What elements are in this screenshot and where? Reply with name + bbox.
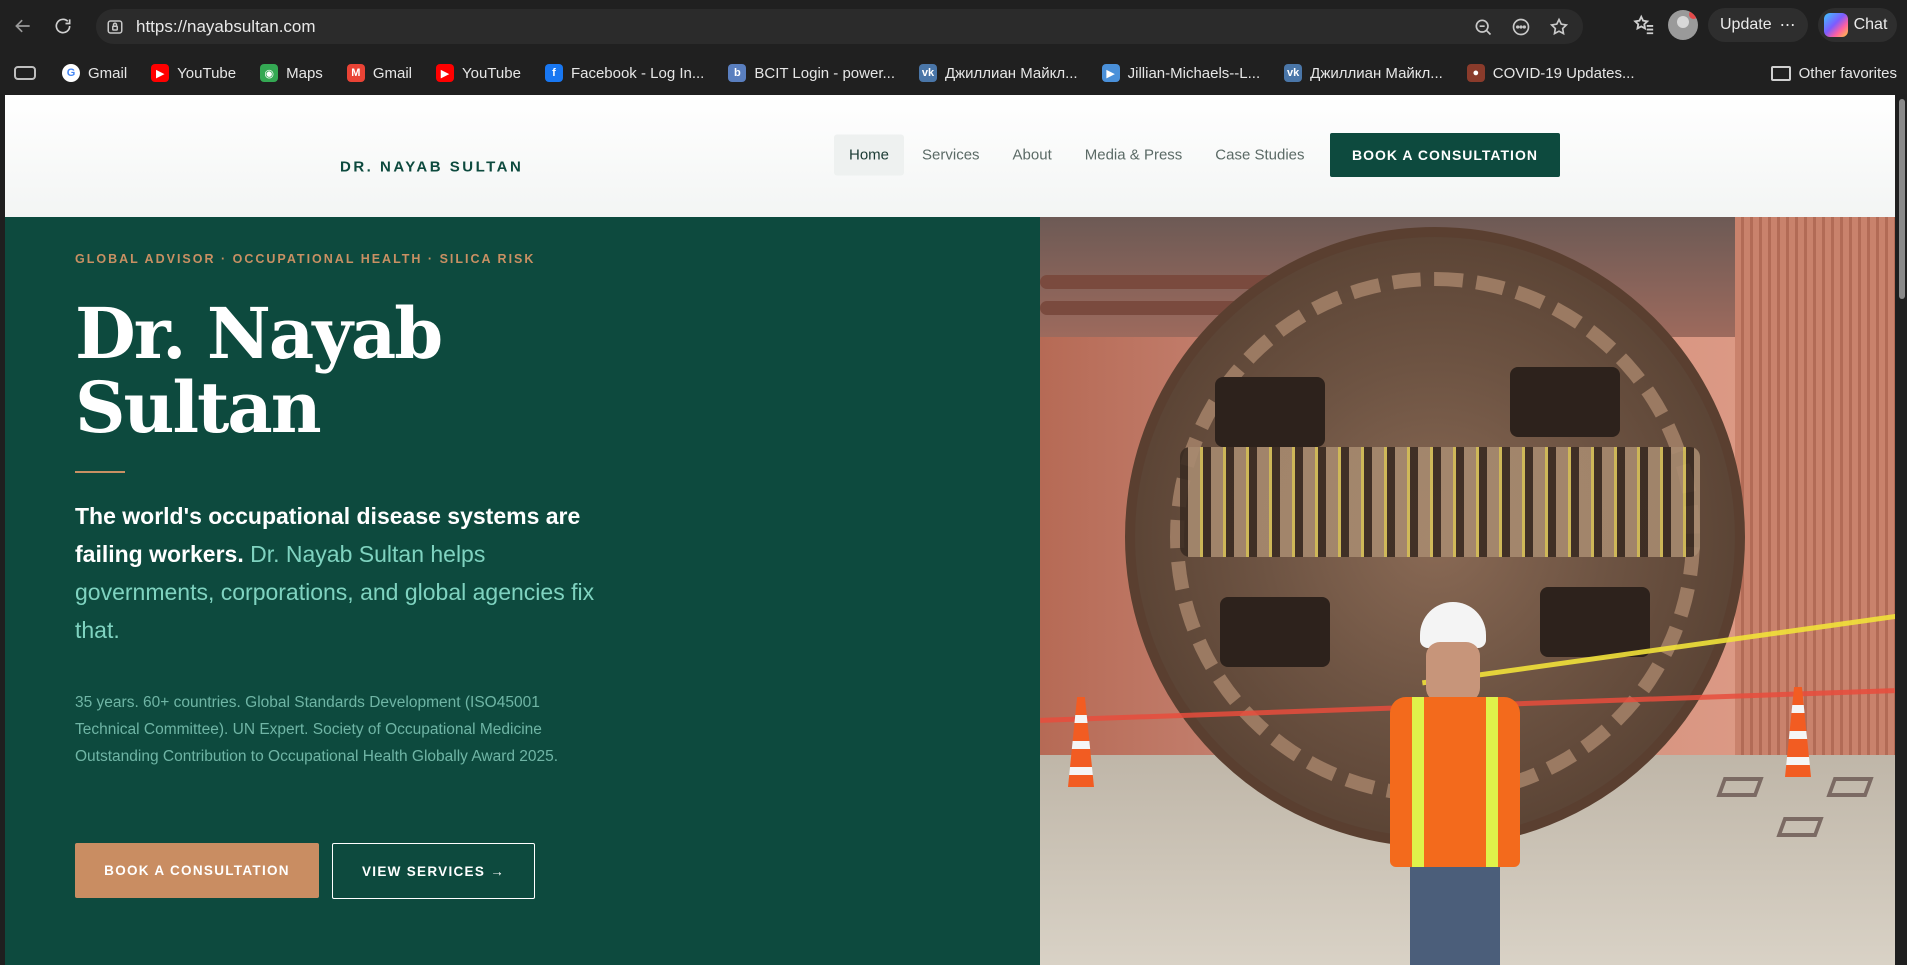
- facebook-icon: f: [544, 64, 563, 82]
- bookmark-label: Gmail: [88, 64, 128, 82]
- bookmark-label: YouTube: [461, 64, 521, 82]
- scrollbar-thumb[interactable]: [1899, 99, 1905, 299]
- favorites-icon[interactable]: [1630, 11, 1658, 39]
- page-scrollbar[interactable]: [1897, 95, 1907, 965]
- bookmark-label: Maps: [286, 64, 323, 82]
- bookmark-label: Facebook - Log In...: [570, 64, 705, 82]
- cutter-opening: [1510, 367, 1620, 437]
- tab-actions-icon[interactable]: [14, 66, 36, 80]
- nav-item-case-studies[interactable]: Case Studies: [1200, 135, 1319, 176]
- arrow-left-icon: [15, 19, 30, 33]
- hero-view-services-button[interactable]: VIEW SERVICES →: [332, 843, 535, 899]
- reload-icon: [55, 18, 71, 34]
- notification-dot: [1689, 10, 1698, 19]
- jeans: [1410, 867, 1500, 965]
- update-label: Update: [1720, 16, 1772, 33]
- gmail-icon: M: [346, 64, 365, 82]
- maps-icon: ◉: [260, 64, 279, 82]
- chat-label: Chat: [1853, 16, 1888, 33]
- hero-lede: The world's occupational disease systems…: [75, 497, 595, 649]
- steel-rack: [1826, 777, 1874, 797]
- person-in-safety-vest: [1380, 602, 1530, 965]
- site-info-icon[interactable]: [106, 18, 124, 36]
- profile-avatar[interactable]: [1668, 10, 1698, 40]
- hero-divider: [75, 471, 125, 473]
- covid-icon: ●: [1466, 64, 1485, 82]
- bookmark-item[interactable]: b BCIT Login - power...: [728, 64, 895, 82]
- main-nav: Home Services About Media & Press Case Studi…: [834, 134, 1323, 176]
- bookmark-item[interactable]: ◉ Maps: [260, 64, 323, 82]
- steel-rack: [1716, 777, 1764, 797]
- copilot-chat-button[interactable]: Chat: [1817, 8, 1898, 42]
- bookmark-item[interactable]: G Gmail: [62, 64, 127, 82]
- bookmark-label: Джиллиан Майкл...: [1310, 64, 1443, 82]
- other-favorites-label: Other favorites: [1798, 64, 1897, 82]
- bookmark-item[interactable]: ▶ YouTube: [435, 64, 521, 82]
- hero-book-consultation-button[interactable]: BOOK A CONSULTATION: [75, 843, 319, 898]
- bookmark-item[interactable]: vk Джиллиан Майкл...: [1284, 64, 1443, 82]
- nav-item-about[interactable]: About: [998, 135, 1067, 176]
- bookmark-item[interactable]: M Gmail: [346, 64, 412, 82]
- star-icon[interactable]: [1547, 15, 1571, 39]
- hero-title-line1: Dr. Nayab: [75, 292, 443, 375]
- bcit-icon: b: [728, 64, 747, 82]
- bookmark-label: YouTube: [177, 64, 237, 82]
- bookmark-item[interactable]: ▶ YouTube: [151, 64, 236, 82]
- back-button[interactable]: [6, 9, 40, 43]
- other-favorites[interactable]: Other favorites: [1770, 52, 1897, 94]
- hero-title-line2: Sultan: [75, 366, 322, 449]
- nav-item-home[interactable]: Home: [834, 134, 905, 176]
- hero-section: GLOBAL ADVISOR · OCCUPATIONAL HEALTH · S…: [5, 217, 1040, 965]
- bookmark-label: Jillian-Michaels--L...: [1127, 64, 1261, 82]
- bookmark-item[interactable]: ● COVID-19 Updates...: [1466, 64, 1635, 82]
- site-brand[interactable]: DR. NAYAB SULTAN: [340, 159, 523, 176]
- vk-icon: vk: [918, 64, 937, 82]
- nav-item-services[interactable]: Services: [907, 135, 995, 176]
- bookmark-item[interactable]: vk Джиллиан Майкл...: [918, 64, 1078, 82]
- zoom-out-icon[interactable]: [1471, 15, 1495, 39]
- bookmark-label: Джиллиан Майкл...: [944, 64, 1078, 82]
- cutter-opening: [1215, 377, 1325, 447]
- cutter-band: [1180, 447, 1700, 557]
- cutter-opening: [1220, 597, 1330, 667]
- url-text[interactable]: https://nayabsultan.com: [136, 17, 316, 37]
- steel-rack: [1776, 817, 1824, 837]
- youtube-icon: ▶: [435, 64, 454, 82]
- bookmark-item[interactable]: f Facebook - Log In...: [544, 64, 705, 82]
- hero-credentials: 35 years. 60+ countries. Global Standard…: [75, 694, 559, 765]
- page-viewport: DR. NAYAB SULTAN Home Services About Media …: [5, 95, 1895, 965]
- header-book-consultation-button[interactable]: BOOK A CONSULTATION: [1330, 133, 1560, 177]
- site-header: DR. NAYAB SULTAN Home Services About Media …: [5, 95, 1895, 217]
- face: [1426, 642, 1480, 702]
- bookmark-item[interactable]: ▶ Jillian-Michaels--L...: [1101, 64, 1261, 82]
- copilot-icon: [1823, 13, 1848, 37]
- vk-icon: vk: [1284, 64, 1303, 82]
- nav-item-media-press[interactable]: Media & Press: [1070, 135, 1198, 176]
- video-icon: ▶: [1101, 64, 1120, 82]
- update-button[interactable]: Update ⋯: [1708, 8, 1808, 42]
- folder-icon: [1770, 65, 1791, 81]
- google-icon: G: [62, 64, 80, 82]
- traffic-cone: [1068, 697, 1094, 787]
- hero-photo: [1040, 217, 1895, 965]
- youtube-icon: ▶: [151, 64, 170, 82]
- ellipsis-icon: ⋯: [1779, 17, 1796, 34]
- safety-vest: [1390, 697, 1520, 867]
- bookmarks-bar: G Gmail ▶ YouTube ◉ Maps M Gmail ▶ YouTube f Facebo…: [0, 52, 1907, 94]
- more-options-circle-icon[interactable]: [1509, 15, 1533, 39]
- reload-button[interactable]: [46, 9, 80, 43]
- bookmark-label: Gmail: [372, 64, 412, 82]
- hero-title: Dr. Nayab Sultan: [75, 297, 555, 445]
- address-bar[interactable]: https://nayabsultan.com: [96, 9, 1583, 44]
- bookmark-label: BCIT Login - power...: [754, 64, 895, 82]
- bookmark-label: COVID-19 Updates...: [1492, 64, 1635, 82]
- cutter-opening: [1540, 587, 1650, 657]
- hero-eyebrow: GLOBAL ADVISOR · OCCUPATIONAL HEALTH · S…: [75, 252, 536, 266]
- browser-toolbar: https://nayabsultan.com Update ⋯ Chat: [0, 0, 1907, 52]
